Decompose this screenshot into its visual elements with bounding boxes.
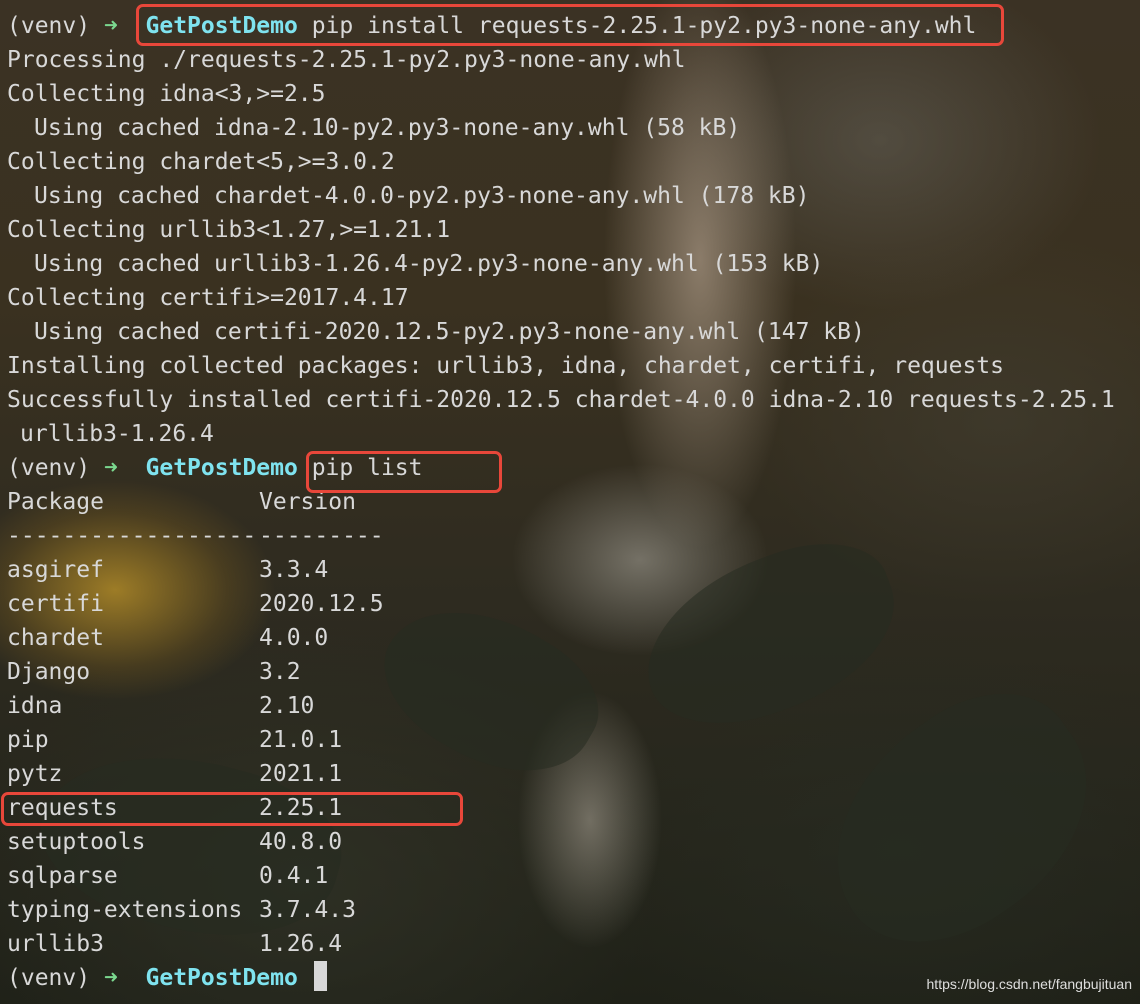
package-version: 3.3.4 [259,557,329,583]
package-version: 2021.1 [259,761,343,787]
output-line: Processing ./requests-2.25.1-py2.py3-non… [7,47,686,73]
table-row: asgiref 3.3.4 [7,553,1115,587]
watermark: https://blog.csdn.net/fangbujituan [926,976,1132,992]
output-line: Collecting chardet<5,>=3.0.2 [7,149,395,175]
package-version: 2020.12.5 [259,591,384,617]
table-row: sqlparse 0.4.1 [7,859,1115,893]
highlight-requests-row [1,792,463,826]
package-version: 0.4.1 [259,863,329,889]
package-version: 3.7.4.3 [259,897,356,923]
table-separator: ------------------ --------- [7,519,1115,553]
table-row: urllib3 1.26.4 [7,927,1115,961]
table-header: Package Version [7,485,1115,519]
table-row: pip 21.0.1 [7,723,1115,757]
venv-indicator: (venv) [7,965,91,991]
package-name: chardet [7,625,104,651]
package-name: setuptools [7,829,146,855]
package-version: 1.26.4 [259,931,343,957]
table-row: typing-extensions 3.7.4.3 [7,893,1115,927]
output-line: Collecting idna<3,>=2.5 [7,81,326,107]
package-version: 2.10 [259,693,315,719]
package-version: 21.0.1 [259,727,343,753]
header-package: Package [7,489,104,515]
prompt-arrow-icon: ➜ [103,965,118,991]
table-row: chardet 4.0.0 [7,621,1115,655]
prompt-arrow-icon: ➜ [103,455,118,481]
package-version: 40.8.0 [259,829,343,855]
text-cursor[interactable] [313,961,327,991]
output-line: Collecting certifi>=2017.4.17 [7,285,409,311]
terminal-window[interactable]: (venv) ➜ GetPostDemo pip install request… [0,0,1140,1004]
output-line: Collecting urllib3<1.27,>=1.21.1 [7,217,451,243]
table-row: idna 2.10 [7,689,1115,723]
package-name: typing-extensions [7,897,243,923]
table-row: pytz 2021.1 [7,757,1115,791]
package-name: asgiref [7,557,104,583]
current-directory: GetPostDemo [145,965,298,991]
output-line: Using cached idna-2.10-py2.py3-none-any.… [34,115,741,141]
package-version: 3.2 [259,659,301,685]
output-line: Installing collected packages: urllib3, … [7,353,1004,379]
terminal-output: (venv) ➜ GetPostDemo pip install request… [7,9,1115,995]
package-version: 4.0.0 [259,625,329,651]
table-row: certifi 2020.12.5 [7,587,1115,621]
output-line: Using cached certifi-2020.12.5-py2.py3-n… [34,319,865,345]
venv-indicator: (venv) [7,13,91,39]
output-line: Using cached urllib3-1.26.4-py2.py3-none… [34,251,824,277]
table-row: Django 3.2 [7,655,1115,689]
prompt-line-list: (venv) ➜ GetPostDemo pip list [7,451,1115,485]
package-name: pip [7,727,49,753]
current-directory: GetPostDemo [145,455,298,481]
highlight-list-command [306,451,502,493]
package-name: Django [7,659,91,685]
package-name: urllib3 [7,931,104,957]
separator-package: ------------------ [7,523,257,549]
separator-version: --------- [259,523,384,549]
prompt-arrow-icon: ➜ [103,13,118,39]
package-name: sqlparse [7,863,118,889]
package-name: pytz [7,761,63,787]
package-name: idna [7,693,63,719]
table-row: setuptools 40.8.0 [7,825,1115,859]
venv-indicator: (venv) [7,455,91,481]
package-name: certifi [7,591,104,617]
highlight-install-command [136,4,1004,46]
output-line: Using cached chardet-4.0.0-py2.py3-none-… [34,183,810,209]
output-line-wrap: urllib3-1.26.4 [20,421,214,447]
output-line: Successfully installed certifi-2020.12.5… [7,387,1115,413]
